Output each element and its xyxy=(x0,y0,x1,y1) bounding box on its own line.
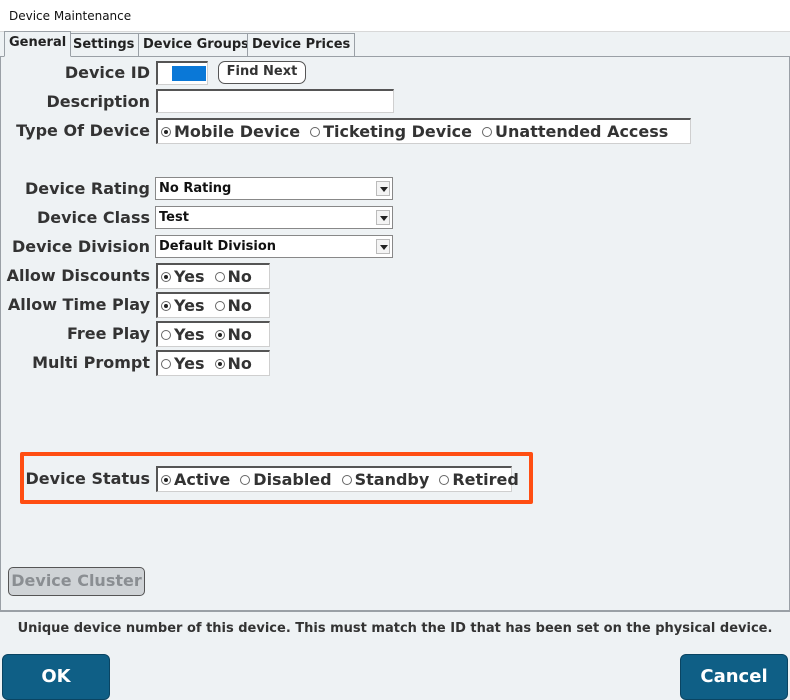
radio-ticketing-device[interactable]: Ticketing Device xyxy=(310,122,472,141)
radio-dot-icon xyxy=(214,329,225,340)
radio-allow-time-play-no[interactable]: No xyxy=(214,296,252,315)
radio-dot-icon xyxy=(439,474,450,485)
device-class-value: Test xyxy=(159,210,189,225)
radio-multi-prompt-no[interactable]: No xyxy=(214,354,252,373)
radio-dot-icon xyxy=(310,126,321,137)
radio-status-standby[interactable]: Standby xyxy=(341,470,429,489)
allow-time-play-group: Yes No xyxy=(156,292,270,318)
device-division-select[interactable]: Default Division xyxy=(155,235,393,258)
tab-settings[interactable]: Settings xyxy=(68,33,140,56)
chevron-down-icon[interactable] xyxy=(376,210,390,225)
radio-dot-icon xyxy=(214,271,225,282)
radio-dot-icon xyxy=(341,474,352,485)
tab-device-groups[interactable]: Device Groups xyxy=(138,33,254,56)
free-play-group: Yes No xyxy=(156,321,270,347)
radio-dot-icon xyxy=(161,358,171,369)
radio-free-play-no[interactable]: No xyxy=(214,325,252,344)
allow-time-play-label: Allow Time Play xyxy=(7,295,150,314)
description-label: Description xyxy=(46,92,150,111)
radio-allow-discounts-yes[interactable]: Yes xyxy=(161,267,205,286)
radio-dot-icon xyxy=(161,300,171,311)
device-status-group: Active Disabled Standby Retired xyxy=(156,466,519,492)
radio-unattended-access[interactable]: Unattended Access xyxy=(482,122,668,141)
radio-dot-icon xyxy=(161,126,171,137)
window-title: Device Maintenance xyxy=(0,0,790,32)
ok-button[interactable]: OK xyxy=(2,654,110,700)
radio-status-disabled[interactable]: Disabled xyxy=(240,470,332,489)
radio-dot-icon xyxy=(214,300,225,311)
radio-allow-discounts-no[interactable]: No xyxy=(214,267,252,286)
radio-free-play-yes[interactable]: Yes xyxy=(161,325,205,344)
device-rating-select[interactable]: No Rating xyxy=(155,177,393,200)
find-next-button[interactable]: Find Next xyxy=(218,61,306,84)
device-id-label: Device ID xyxy=(64,63,150,82)
device-rating-value: No Rating xyxy=(159,181,232,196)
device-id-selection xyxy=(172,66,206,81)
description-field[interactable] xyxy=(156,89,394,113)
cancel-button[interactable]: Cancel xyxy=(680,654,788,700)
device-class-select[interactable]: Test xyxy=(155,206,393,229)
multi-prompt-group: Yes No xyxy=(156,350,270,376)
free-play-label: Free Play xyxy=(66,324,150,343)
type-of-device-label: Type Of Device xyxy=(16,121,150,140)
device-rating-label: Device Rating xyxy=(24,179,150,198)
tab-device-prices[interactable]: Device Prices xyxy=(247,33,356,56)
chevron-down-icon[interactable] xyxy=(376,239,390,254)
footer-bar: Unique device number of this device. Thi… xyxy=(0,610,790,700)
device-division-value: Default Division xyxy=(159,239,277,254)
device-cluster-button: Device Cluster xyxy=(8,567,145,596)
radio-status-retired[interactable]: Retired xyxy=(439,470,519,489)
radio-dot-icon xyxy=(161,271,171,282)
device-id-field[interactable] xyxy=(156,61,208,85)
radio-dot-icon xyxy=(161,474,171,485)
chevron-down-icon[interactable] xyxy=(376,181,390,196)
radio-dot-icon xyxy=(161,329,171,340)
radio-status-active[interactable]: Active xyxy=(161,470,230,489)
field-hint: Unique device number of this device. Thi… xyxy=(17,621,773,636)
radio-dot-icon xyxy=(214,358,225,369)
type-of-device-group: Mobile Device Ticketing Device Unattende… xyxy=(156,118,691,144)
multi-prompt-label: Multi Prompt xyxy=(32,353,150,372)
allow-discounts-label: Allow Discounts xyxy=(6,266,150,285)
allow-discounts-group: Yes No xyxy=(156,263,270,289)
device-class-label: Device Class xyxy=(36,208,150,227)
tab-general[interactable]: General xyxy=(4,31,72,57)
radio-dot-icon xyxy=(240,474,251,485)
device-division-label: Device Division xyxy=(11,237,150,256)
radio-allow-time-play-yes[interactable]: Yes xyxy=(161,296,205,315)
radio-mobile-device[interactable]: Mobile Device xyxy=(161,122,300,141)
device-status-label: Device Status xyxy=(25,469,150,488)
radio-multi-prompt-yes[interactable]: Yes xyxy=(161,354,205,373)
radio-dot-icon xyxy=(482,126,493,137)
